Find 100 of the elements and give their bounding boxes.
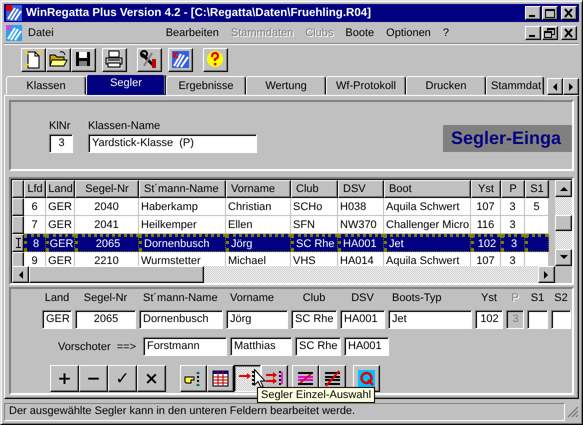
- table-cell: 107: [471, 252, 501, 266]
- scroll-up-button[interactable]: [555, 180, 572, 197]
- table-cell: Aquila Schwert: [384, 252, 471, 266]
- table-cell: VHS: [291, 252, 338, 266]
- input-field[interactable]: Jet: [388, 310, 472, 329]
- input-field[interactable]: Jörg: [226, 310, 288, 329]
- new-document-icon: [24, 50, 43, 69]
- arrows-list-icon: [265, 369, 284, 388]
- table-cell: 8: [24, 234, 46, 252]
- column-header[interactable]: Lfd: [24, 180, 46, 198]
- column-header[interactable]: Boot: [384, 180, 471, 198]
- table-cell: 7: [24, 216, 46, 234]
- row-header[interactable]: [12, 216, 24, 234]
- tab[interactable]: Stammdat: [486, 76, 544, 95]
- restore-button[interactable]: [542, 26, 558, 40]
- tab[interactable]: Segler: [86, 75, 166, 95]
- text-cursor-icon: [16, 238, 20, 248]
- input-field[interactable]: Matthias: [230, 337, 292, 356]
- close-button[interactable]: [561, 6, 577, 20]
- input-field[interactable]: HA001: [344, 337, 389, 356]
- column-header[interactable]: Yst: [471, 180, 501, 198]
- input-field[interactable]: GER: [42, 310, 72, 329]
- field-label: Boots-Typ: [391, 292, 443, 306]
- scroll-down-button[interactable]: [555, 249, 572, 266]
- column-header[interactable]: DSV: [338, 180, 384, 198]
- table-cell: NW370: [338, 216, 384, 234]
- tab[interactable]: Drucken: [406, 76, 486, 95]
- field-label: Club: [302, 292, 326, 306]
- column-header[interactable]: Segel-Nr: [75, 180, 139, 198]
- input-field[interactable]: SC Rhe: [291, 310, 337, 329]
- table-cell: HA014: [338, 252, 384, 266]
- table-cell: SFN: [291, 216, 338, 234]
- scrollbar-thumb[interactable]: [555, 215, 572, 231]
- input-field[interactable]: Yardstick-Klasse (P): [88, 134, 257, 153]
- action-button[interactable]: ×: [137, 365, 166, 392]
- toolbar-button[interactable]: [168, 48, 193, 72]
- field-label: Segel-Nr: [82, 292, 128, 306]
- menu-item[interactable]: Boote: [339, 27, 380, 39]
- scroll-left-button[interactable]: [547, 78, 563, 95]
- table-cell: 3: [501, 198, 525, 216]
- input-field[interactable]: 3: [49, 134, 73, 153]
- column-header[interactable]: Land: [46, 180, 75, 198]
- toolbar-button[interactable]: [71, 48, 96, 72]
- row-header: [12, 180, 24, 198]
- menu-item[interactable]: Bearbeiten: [160, 27, 225, 39]
- column-header[interactable]: P: [501, 180, 525, 198]
- action-button[interactable]: +: [50, 365, 79, 392]
- menu-item[interactable]: Optionen: [380, 27, 437, 39]
- input-field[interactable]: Forstmann: [143, 337, 227, 356]
- arrow-list-icon: [238, 369, 257, 388]
- tooltip: Segler Einzel-Auswahl: [257, 387, 376, 403]
- close-button[interactable]: [561, 26, 577, 40]
- column-header[interactable]: Vorname: [226, 180, 291, 198]
- toolbar-button[interactable]: [102, 48, 127, 72]
- restore-icon: [544, 28, 556, 38]
- left-arrow-icon: [552, 82, 558, 90]
- action-button[interactable]: −: [79, 365, 108, 392]
- help-icon: [206, 50, 225, 69]
- scrollbar-thumb[interactable]: [29, 266, 204, 283]
- table-cell: [525, 216, 549, 234]
- action-button[interactable]: ✓: [108, 365, 137, 392]
- row-header[interactable]: [12, 198, 24, 216]
- table-cell: 3: [501, 234, 525, 252]
- scroll-right-button[interactable]: [563, 78, 579, 95]
- input-field[interactable]: 102: [475, 310, 503, 329]
- table-cell: HA001: [338, 234, 384, 252]
- toolbar-button[interactable]: [21, 48, 46, 72]
- toolbar-button[interactable]: [46, 48, 71, 72]
- column-header[interactable]: St´mann-Name: [139, 180, 226, 198]
- maximize-button[interactable]: [542, 6, 558, 20]
- crossed-lines-icon: [323, 369, 342, 388]
- menu-item[interactable]: ?: [436, 27, 455, 39]
- input-field[interactable]: SC Rhe: [295, 337, 341, 356]
- scroll-right-button[interactable]: [538, 266, 555, 283]
- input-field: 3: [506, 310, 524, 329]
- minimize-button[interactable]: [525, 26, 541, 40]
- row-header[interactable]: [12, 234, 24, 252]
- open-folder-icon: [49, 50, 68, 69]
- toolbar-button[interactable]: [137, 48, 162, 72]
- tab[interactable]: Ergebnisse: [166, 76, 246, 95]
- table-cell: 102: [471, 234, 501, 252]
- input-field[interactable]: Dornenbusch: [139, 310, 223, 329]
- tab[interactable]: Wf-Protokoll: [326, 76, 406, 95]
- input-field[interactable]: HA001: [340, 310, 385, 329]
- row-header[interactable]: [12, 252, 24, 266]
- input-field[interactable]: [527, 310, 548, 329]
- tab[interactable]: Wertung: [246, 76, 326, 95]
- input-field[interactable]: 2065: [75, 310, 136, 329]
- column-header[interactable]: Club: [291, 180, 338, 198]
- minimize-button[interactable]: [525, 6, 541, 20]
- table-cell: Jet: [384, 234, 471, 252]
- scroll-left-button[interactable]: [12, 266, 29, 283]
- input-field[interactable]: [551, 310, 571, 329]
- toolbar-button[interactable]: [203, 48, 228, 72]
- table-cell: 2040: [75, 198, 139, 216]
- table-cell: SC Rhe: [291, 234, 338, 252]
- column-header[interactable]: S1: [525, 180, 549, 198]
- menu-item[interactable]: Datei: [22, 27, 60, 39]
- table-cell: Challenger Micro: [384, 216, 471, 234]
- table-cell: SCHo: [291, 198, 338, 216]
